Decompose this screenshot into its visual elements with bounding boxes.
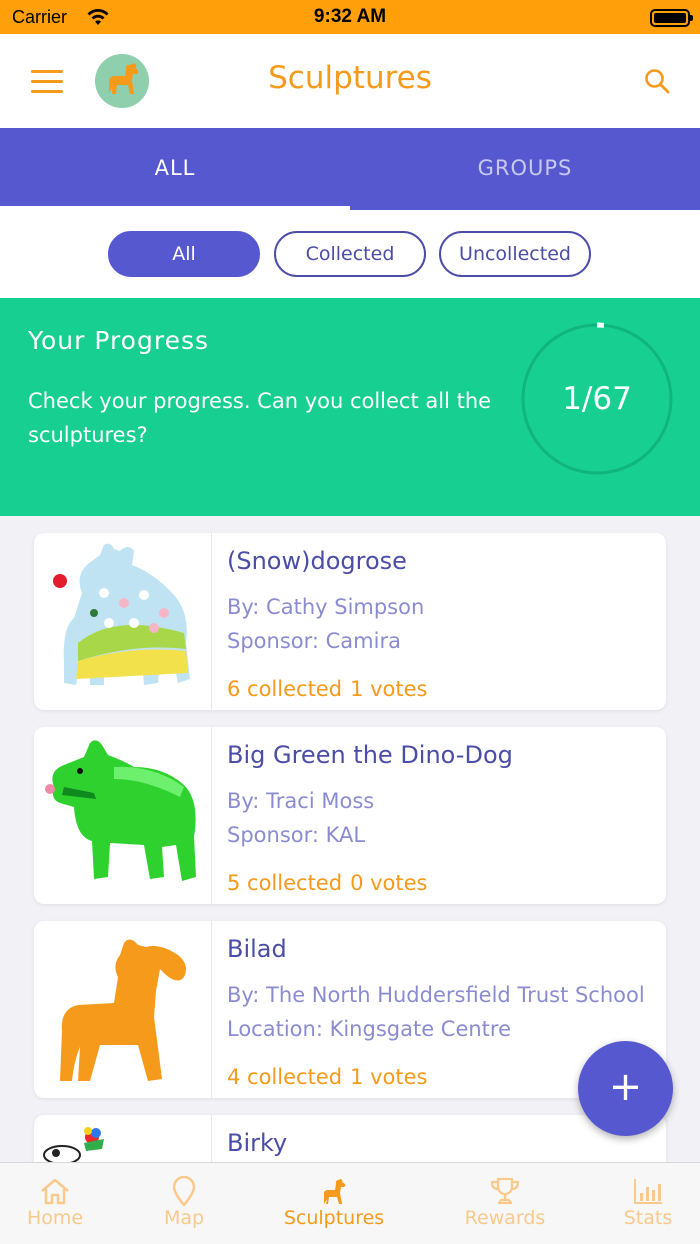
collected-count: 4 collected: [227, 1065, 343, 1089]
tab-groups[interactable]: GROUPS: [350, 128, 700, 210]
vote-count: 1 votes: [350, 1065, 428, 1089]
tab-sculptures[interactable]: Sculptures: [264, 1163, 404, 1244]
status-bar: Carrier 9:32 AM: [0, 0, 700, 34]
filter-collected-chip[interactable]: Collected: [274, 231, 426, 277]
tab-map-label: Map: [163, 1207, 205, 1229]
sculpture-sponsor: Sponsor: KAL: [227, 823, 366, 847]
progress-title: Your Progress: [28, 326, 210, 355]
tab-all[interactable]: ALL: [0, 128, 350, 210]
vote-count: 0 votes: [350, 871, 428, 895]
home-icon: [41, 1178, 69, 1205]
bottom-tab-bar: Home Map Sculptures Rewards Stats: [0, 1162, 700, 1244]
tab-sculptures-label: Sculptures: [283, 1207, 385, 1229]
collected-count: 5 collected: [227, 871, 343, 895]
sculpture-card[interactable]: Big Green the Dino-Dog By: Traci Moss Sp…: [34, 727, 666, 904]
sculpture-stats: 4 collected 1 votes: [227, 1065, 435, 1089]
vote-count: 1 votes: [350, 677, 428, 701]
filter-all-chip[interactable]: All: [108, 231, 260, 277]
sculpture-image: [34, 727, 212, 904]
sculpture-card[interactable]: Bilad By: The North Huddersfield Trust S…: [34, 921, 666, 1098]
sculpture-stats: 5 collected 0 votes: [227, 871, 435, 895]
bar-chart-icon: [634, 1179, 662, 1204]
sculpture-artist: By: Traci Moss: [227, 789, 375, 813]
sculpture-stats: 6 collected 1 votes: [227, 677, 435, 701]
dog-icon: [323, 1179, 346, 1204]
add-button[interactable]: +: [578, 1041, 673, 1136]
progress-panel: Your Progress Check your progress. Can y…: [0, 298, 700, 516]
nav-bar: Sculptures: [0, 34, 700, 128]
tab-home[interactable]: Home: [0, 1163, 125, 1244]
sculpture-sponsor: Sponsor: Camira: [227, 629, 401, 653]
sculpture-artist: By: The North Huddersfield Trust School: [227, 983, 645, 1007]
progress-count: 1/67: [562, 381, 632, 417]
sculpture-title: Birky: [227, 1129, 288, 1157]
trophy-icon: [490, 1177, 520, 1205]
sculpture-image: [34, 1115, 212, 1162]
clock: 9:32 AM: [313, 6, 387, 27]
sculpture-card[interactable]: Birky: [34, 1115, 666, 1162]
tab-bar: ALL GROUPS: [0, 128, 700, 210]
search-icon[interactable]: [644, 68, 670, 94]
tab-stats-label: Stats: [623, 1207, 673, 1229]
filter-bar: All Collected Uncollected: [0, 210, 700, 298]
battery-icon: [650, 9, 693, 27]
map-pin-icon: [172, 1176, 196, 1206]
sculpture-image: [34, 921, 212, 1098]
tab-rewards-label: Rewards: [464, 1207, 546, 1229]
page-title: Sculptures: [268, 60, 432, 96]
sculpture-image: [34, 533, 212, 710]
sculpture-card[interactable]: (Snow)dogrose By: Cathy Simpson Sponsor:…: [34, 533, 666, 710]
sculpture-location: Location: Kingsgate Centre: [227, 1017, 512, 1041]
tab-rewards[interactable]: Rewards: [435, 1163, 575, 1244]
sculpture-title: Bilad: [227, 935, 287, 963]
sculpture-title: (Snow)dogrose: [227, 547, 407, 575]
collected-count: 6 collected: [227, 677, 343, 701]
tab-map[interactable]: Map: [114, 1163, 254, 1244]
sculpture-title: Big Green the Dino-Dog: [227, 741, 513, 769]
tab-stats[interactable]: Stats: [578, 1163, 700, 1244]
progress-description: Check your progress. Can you collect all…: [28, 389, 492, 447]
tab-home-label: Home: [26, 1207, 84, 1229]
filter-uncollected-chip[interactable]: Uncollected: [439, 231, 591, 277]
sculpture-artist: By: Cathy Simpson: [227, 595, 425, 619]
